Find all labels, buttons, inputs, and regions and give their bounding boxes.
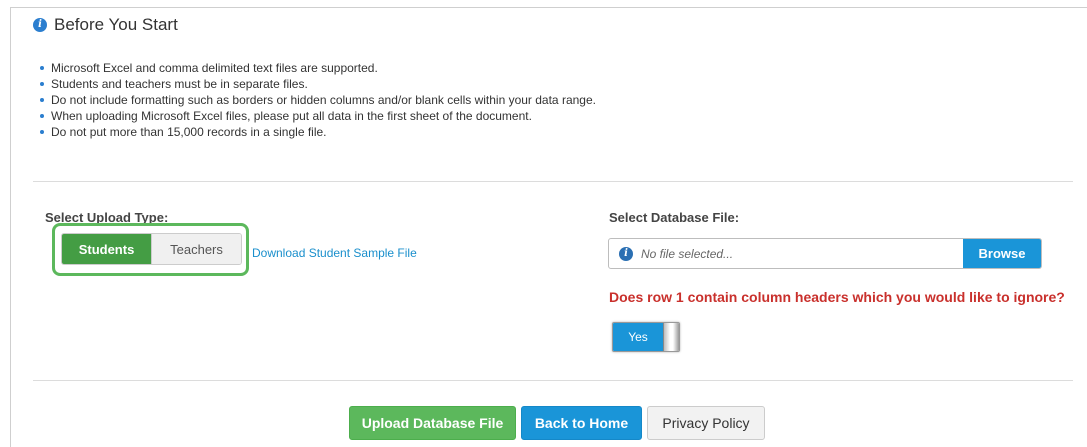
upload-database-button[interactable]: Upload Database File [349,406,516,440]
switch-knob[interactable] [663,323,679,351]
ignore-headers-switch[interactable]: Yes [612,322,680,352]
list-item: When uploading Microsoft Excel files, pl… [40,108,596,124]
download-sample-link[interactable]: Download Student Sample File [252,246,417,260]
section-title: Before You Start [54,15,178,34]
info-icon: i [619,246,633,261]
file-picker: i No file selected... Browse [608,238,1042,269]
file-input[interactable]: i No file selected... [609,239,963,268]
switch-on-label: Yes [613,323,663,351]
list-item: Microsoft Excel and comma delimited text… [40,60,596,76]
teachers-button[interactable]: Teachers [151,234,241,264]
divider [33,380,1073,381]
section-header: i Before You Start [33,15,178,35]
info-icon: i [33,18,47,32]
list-item: Do not put more than 15,000 records in a… [40,124,596,140]
divider [33,181,1073,182]
list-item: Students and teachers must be in separat… [40,76,596,92]
students-button[interactable]: Students [62,234,151,264]
ignore-headers-question: Does row 1 contain column headers which … [609,289,1065,305]
privacy-policy-button[interactable]: Privacy Policy [647,406,765,440]
upload-type-toggle: Students Teachers [61,233,242,265]
database-file-label: Select Database File: [609,210,740,225]
list-item: Do not include formatting such as border… [40,93,596,107]
instructions-list: Microsoft Excel and comma delimited text… [33,60,596,140]
file-placeholder: No file selected... [641,246,734,261]
back-to-home-button[interactable]: Back to Home [521,406,642,440]
browse-button[interactable]: Browse [963,239,1041,268]
